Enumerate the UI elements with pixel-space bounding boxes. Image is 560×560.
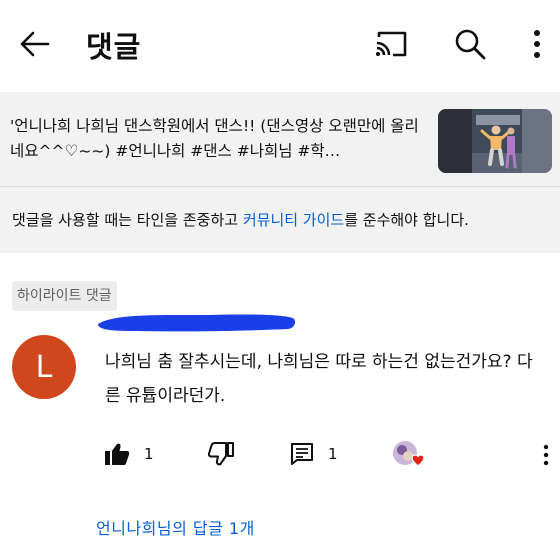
thumbs-down-icon <box>208 442 234 466</box>
video-title: '언니나희 나희님 댄스학원에서 댄스!! (댄스영상 오랜만에 올리네요^^♡… <box>10 117 419 160</box>
comment-more-button[interactable] <box>536 441 556 469</box>
thumbs-up-icon <box>105 443 130 465</box>
page-title: 댓글 <box>86 30 142 64</box>
community-guideline-notice: 댓글을 사용할 때는 타인을 존중하고 커뮤니티 가이드를 준수해야 합니다. <box>0 187 560 253</box>
dance-thumbnail-image <box>438 109 552 173</box>
dislike-button[interactable] <box>208 439 234 469</box>
reply-button[interactable]: 1 <box>290 439 338 469</box>
guideline-prefix: 댓글을 사용할 때는 타인을 존중하고 <box>12 211 243 229</box>
guideline-text: 댓글을 사용할 때는 타인을 존중하고 커뮤니티 가이드를 준수해야 합니다. <box>12 209 469 230</box>
more-options-button[interactable] <box>522 24 552 64</box>
comment-text: 나희님 춤 잘추시는데, 나희님은 따로 하는건 없는건가요? 다른 유튭이라던… <box>105 352 533 406</box>
highlighted-comment-badge: 하이라이트 댓글 <box>12 281 117 311</box>
search-icon <box>455 29 486 60</box>
creator-heart-icon <box>393 441 425 467</box>
more-vertical-icon <box>534 30 540 58</box>
creator-heart-badge[interactable] <box>392 439 428 473</box>
comment-action-bar: 1 1 <box>0 439 560 469</box>
search-button[interactable] <box>450 24 490 64</box>
comment-reply-icon <box>291 443 313 465</box>
video-thumbnail[interactable] <box>438 109 552 173</box>
comments-list: 하이라이트 댓글 L 나희님 춤 잘추시는데, 나희님은 따로 하는건 없는건가… <box>0 253 560 560</box>
back-button[interactable] <box>14 26 54 62</box>
like-count: 1 <box>144 445 154 463</box>
community-guidelines-link[interactable]: 커뮤니티 가이드 <box>243 211 344 229</box>
guideline-suffix: 를 준수해야 합니다. <box>344 211 469 229</box>
redacted-username <box>98 314 296 332</box>
cast-button[interactable] <box>370 26 412 62</box>
like-button[interactable]: 1 <box>104 439 154 469</box>
more-vertical-icon <box>543 444 549 466</box>
top-app-bar: 댓글 <box>0 0 560 90</box>
view-replies-link[interactable]: 언니나희님의 답글 1개 <box>96 515 255 539</box>
avatar-letter: L <box>35 349 53 385</box>
avatar[interactable]: L <box>12 335 76 399</box>
cast-icon <box>376 31 407 57</box>
video-info-header[interactable]: '언니나희 나희님 댄스학원에서 댄스!! (댄스영상 오랜만에 올리네요^^♡… <box>0 92 560 186</box>
arrow-left-icon <box>20 31 50 57</box>
reply-count: 1 <box>328 445 338 463</box>
